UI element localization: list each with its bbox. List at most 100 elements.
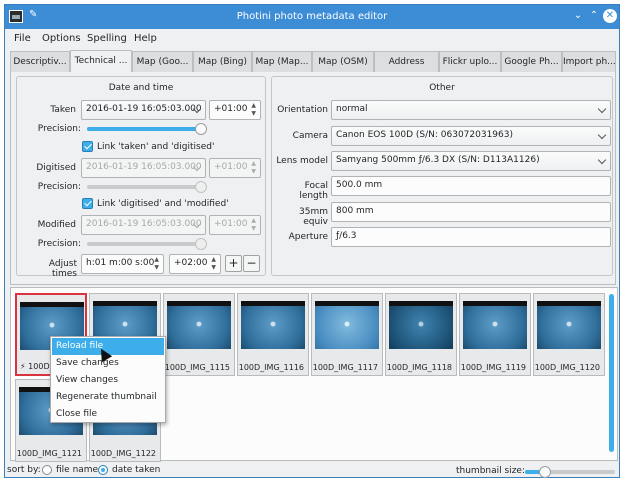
slider-handle[interactable] [195,123,207,135]
taken-label: Taken [50,105,76,115]
menu-file[interactable]: File [14,33,31,44]
menu-item-regenerate-thumbnail[interactable]: Regenerate thumbnail [52,389,164,406]
thumbnail-100d-img-1117[interactable]: 100D_IMG_1117 [311,293,383,376]
tab-map-google[interactable]: Map (Goo... [132,51,193,72]
digitised-precision-slider[interactable] [87,181,207,193]
modified-precision-label: Precision: [37,239,81,249]
tab-technical[interactable]: Technical ... [70,50,132,72]
thumbnail-image [389,301,453,349]
taken-datetime-field[interactable]: 2016-01-19 16:05:03.000 [81,100,206,120]
link-digitised-modified-checkbox[interactable] [82,198,93,209]
lens-model-label: Lens model [276,156,328,166]
thumbnail-image [167,301,231,349]
thumbnail-size-label: thumbnail size: [456,466,525,476]
tab-map-bing[interactable]: Map (Bing) [193,51,252,72]
tab-google-photos[interactable]: Google Ph... [501,51,562,72]
35mm-equiv-label: 35mm equiv [299,207,328,227]
thumbnail-label: 100D_IMG_1122 [90,449,156,458]
thumbnail-label: 100D_IMG_1117 [312,363,378,372]
subtract-time-button[interactable]: − [243,255,260,272]
slider-handle[interactable] [195,181,207,193]
adjust-timezone-value: +02:00 [174,258,208,268]
date-time-title: Date and time [108,83,174,93]
aperture-label: Aperture [288,232,328,242]
link-taken-digitised-checkbox[interactable] [82,141,93,152]
add-time-button[interactable]: + [225,255,242,272]
sort-by-label: sort by: [7,465,41,475]
modified-datetime-field[interactable]: 2016-01-19 16:05:03.000 [81,215,206,235]
digitised-timezone-spinbox[interactable]: +01:00 ▲ ▼ [209,158,261,178]
thumbnail-label: 100D_IMG_1121 [16,449,82,458]
focal-length-input[interactable]: 500.0 mm [331,176,611,196]
chevron-down-icon [597,104,607,114]
thumbnail-scrollbar[interactable] [606,291,616,457]
digitised-timezone-value: +01:00 [214,162,248,172]
technical-panel: Date and time Taken 2016-01-19 16:05:03.… [10,71,616,285]
orientation-select[interactable]: normal [331,100,611,120]
aperture-input[interactable]: ƒ/6.3 [331,227,611,247]
adjust-timezone-spinbox[interactable]: +02:00 ▲ ▼ [169,254,221,274]
menu-item-close-file[interactable]: Close file [52,406,164,423]
lens-model-select[interactable]: Samyang 500mm ƒ/6.3 DX (S/N: D113A1126) [331,151,611,171]
menu-spelling[interactable]: Spelling [87,33,127,44]
close-button[interactable]: ✕ [603,9,617,23]
digitised-datetime-field[interactable]: 2016-01-19 16:05:03.000 [81,158,206,178]
thumbnail-label: 100D_IMG_1119 [460,363,526,372]
tab-flickr-upload[interactable]: Flickr uplo... [439,51,501,72]
sort-date-taken-label: date taken [112,465,161,475]
adjust-time-spinbox[interactable]: h:01 m:00 s:00 ▲ ▼ [81,254,164,274]
taken-timezone-spinbox[interactable]: +01:00 ▲ ▼ [209,100,261,120]
main-window: ✎ Photini photo metadata editor ⌄ ⌃ ✕ Fi… [4,4,620,478]
other-group: Other Orientation normal Camera Canon EO… [271,76,613,276]
chevron-down-icon [597,130,607,140]
maximize-button[interactable]: ⌃ [587,9,601,23]
other-title: Other [429,83,455,93]
adjust-time-value: h:01 m:00 s:00 [86,258,155,268]
thumbnail-100d-img-1115[interactable]: 100D_IMG_1115 [163,293,235,376]
lens-model-value: Samyang 500mm ƒ/6.3 DX (S/N: D113A1126) [336,155,540,165]
sort-date-taken-radio[interactable] [98,465,108,475]
thumbnail-label: 100D_IMG_1120 [534,363,600,372]
35mm-equiv-input[interactable]: 800 mm [331,202,611,222]
taken-precision-slider[interactable] [87,123,207,135]
orientation-value: normal [336,104,368,114]
tab-bar: Descriptiv... Technical ... Map (Goo... … [10,50,616,72]
digitised-datetime-value: 2016-01-19 16:05:03.000 [86,162,202,172]
taken-precision-label: Precision: [37,124,81,134]
thumbnail-image [463,301,527,349]
thumbnail-100d-img-1119[interactable]: 100D_IMG_1119 [459,293,531,376]
tab-map-osm[interactable]: Map (OSM) [312,51,374,72]
modified-timezone-spinbox[interactable]: +01:00 ▲ ▼ [209,215,261,235]
thumbnail-image [315,301,379,349]
tab-map-mapbox[interactable]: Map (Map... [252,51,312,72]
menu-options[interactable]: Options [42,33,81,44]
modified-label: Modified [37,220,76,230]
adjust-times-label: Adjust times [48,259,77,279]
slider-handle[interactable] [539,466,551,478]
spin-arrows-icon: ▲ ▼ [251,217,256,232]
digitised-precision-label: Precision: [37,182,81,192]
thumbnail-size-slider[interactable] [525,466,615,478]
thumbnail-100d-img-1120[interactable]: 100D_IMG_1120 [533,293,605,376]
modified-precision-slider[interactable] [87,238,207,250]
scrollbar-handle[interactable] [609,294,614,452]
thumbnail-100d-img-1116[interactable]: 100D_IMG_1116 [237,293,309,376]
modified-datetime-value: 2016-01-19 16:05:03.000 [86,219,202,229]
chevron-down-icon [597,155,607,165]
tab-descriptive[interactable]: Descriptiv... [10,51,70,72]
spin-arrows-icon: ▲ ▼ [154,256,159,271]
menu-item-view-changes[interactable]: View changes [52,372,164,389]
spin-arrows-icon: ▲ ▼ [251,102,256,117]
sort-file-name-radio[interactable] [42,465,52,475]
minimize-button[interactable]: ⌄ [571,9,585,23]
slider-handle[interactable] [195,238,207,250]
camera-select[interactable]: Canon EOS 100D (S/N: 063072031963) [331,126,611,146]
menu-help[interactable]: Help [134,33,157,44]
taken-timezone-value: +01:00 [214,104,248,114]
tab-address[interactable]: Address [374,51,439,72]
focal-length-label: Focal length [299,181,328,201]
thumbnail-100d-img-1118[interactable]: 100D_IMG_1118 [385,293,457,376]
date-time-group: Date and time Taken 2016-01-19 16:05:03.… [16,76,266,279]
taken-datetime-value: 2016-01-19 16:05:03.000 [86,104,202,114]
tab-import-photos[interactable]: Import ph... [562,51,616,72]
